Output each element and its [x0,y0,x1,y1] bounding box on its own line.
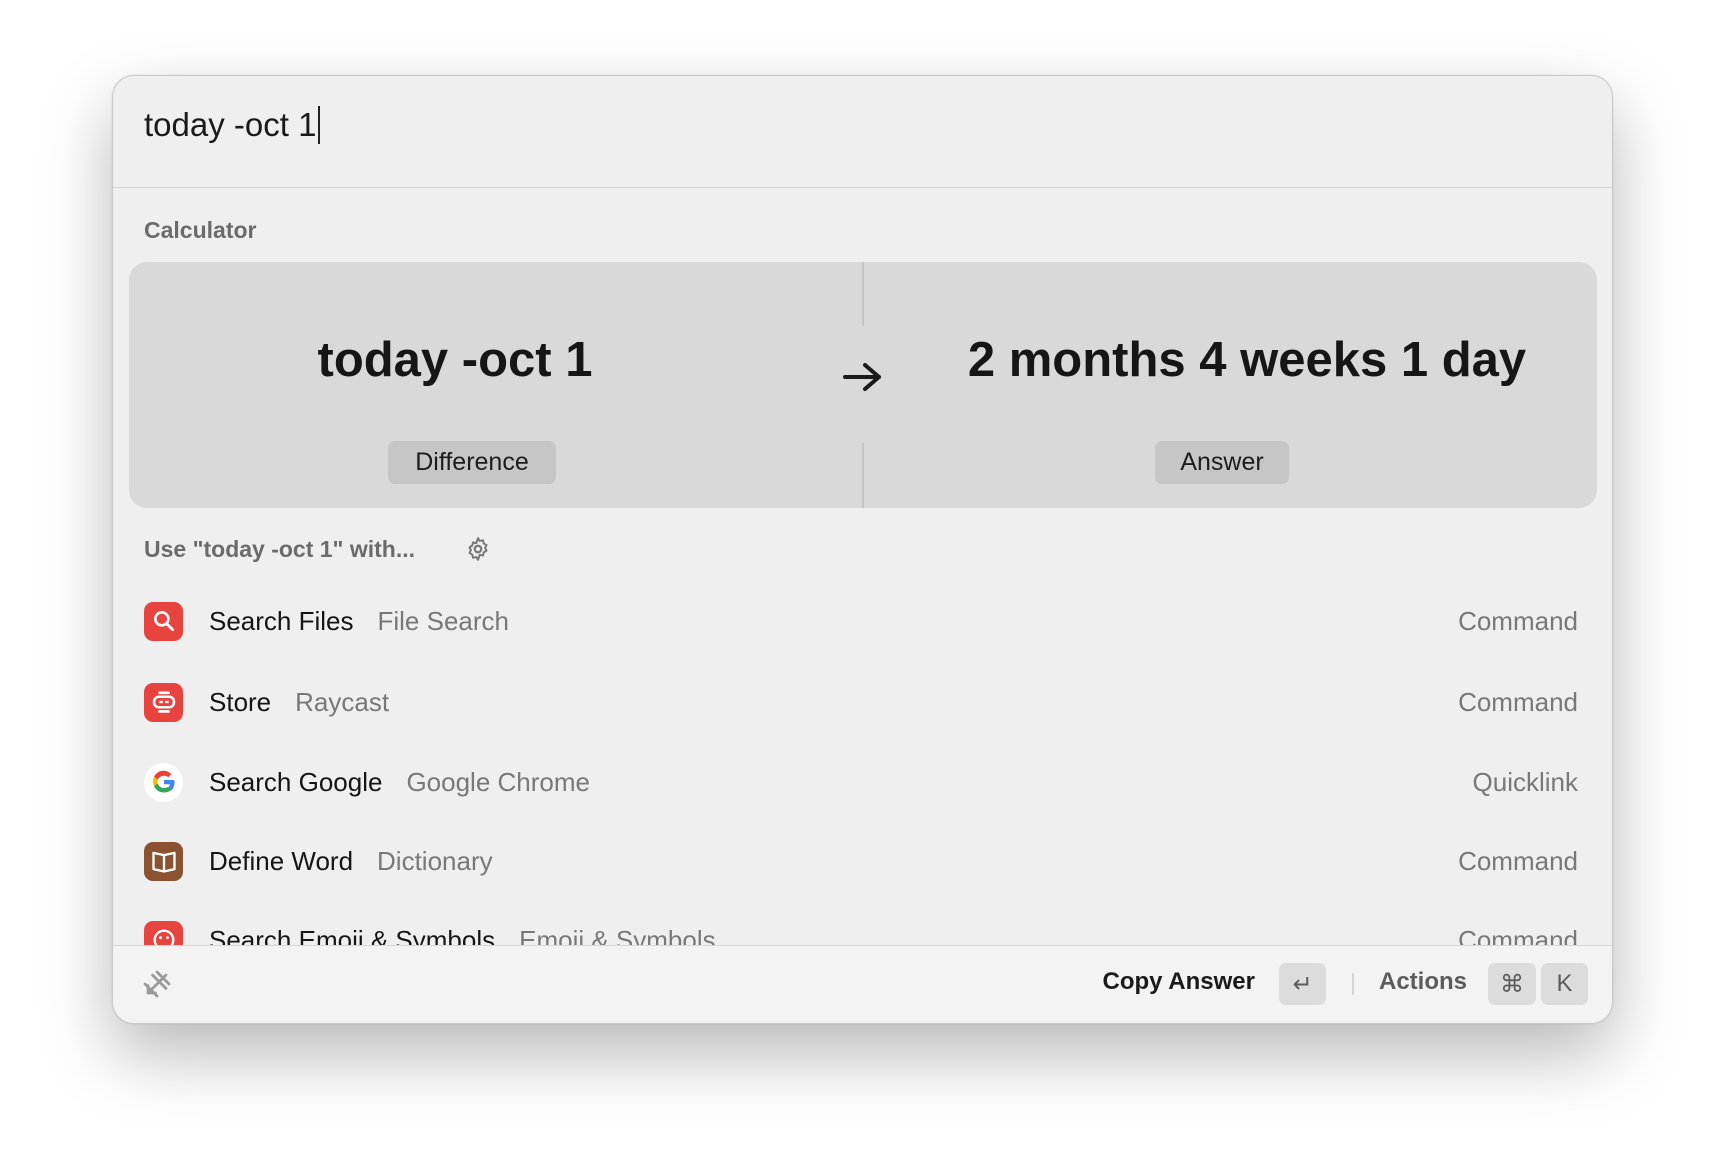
k-key: K [1541,963,1588,1005]
calc-result: 2 months 4 weeks 1 day [967,333,1527,387]
item-title: Search Files [209,605,354,636]
arrow-right-icon [843,363,881,391]
item-kind: Quicklink [1472,766,1578,797]
store-icon [144,682,183,722]
list-item[interactable]: Define Word Dictionary Command [144,831,1578,891]
divider [862,262,864,326]
command-key: ⌘ [1488,963,1536,1005]
answer-badge: Answer [1155,441,1289,484]
action-bar: Copy Answer ↵ Actions ⌘ K [113,945,1612,1023]
item-subtitle: Raycast [295,686,390,717]
dictionary-icon [144,841,183,881]
list-item[interactable]: Search Files File Search Command [144,591,1578,651]
gear-icon[interactable] [465,536,491,562]
raycast-logo-icon[interactable] [139,966,175,1002]
fallback-section-title: Use "today -oct 1" with... [144,536,416,562]
raycast-window: today -oct 1 Calculator today -oct 1 2 m… [112,75,1613,1024]
actions-button[interactable]: Actions [1379,968,1467,996]
enter-key: ↵ [1279,963,1326,1005]
section-title-calculator: Calculator [144,217,257,243]
difference-badge: Difference [388,441,556,484]
item-subtitle: Google Chrome [406,766,590,797]
item-title: Search Google [209,766,383,797]
search-input[interactable]: today -oct 1 [144,106,321,144]
item-kind: Command [1458,686,1578,717]
item-subtitle: Dictionary [377,845,493,876]
list-item[interactable]: Search Google Google Chrome Quicklink [144,752,1578,812]
item-title: Store [209,686,272,717]
search-query[interactable]: today -oct 1 [144,106,316,144]
item-kind: Command [1458,845,1578,876]
copy-answer-button[interactable]: Copy Answer [1103,968,1255,996]
search-files-icon [144,601,183,641]
item-subtitle: File Search [377,605,510,636]
google-icon [144,762,183,802]
item-kind: Command [1458,605,1578,636]
calc-expression: today -oct 1 [317,333,593,387]
text-caret [318,106,321,144]
item-title: Define Word [209,845,354,876]
divider [113,187,1612,188]
separator [1352,973,1354,995]
list-item[interactable]: Store Raycast Command [144,672,1578,732]
divider [862,443,864,508]
calculator-result-card[interactable]: today -oct 1 2 months 4 weeks 1 day Diff… [129,262,1597,508]
